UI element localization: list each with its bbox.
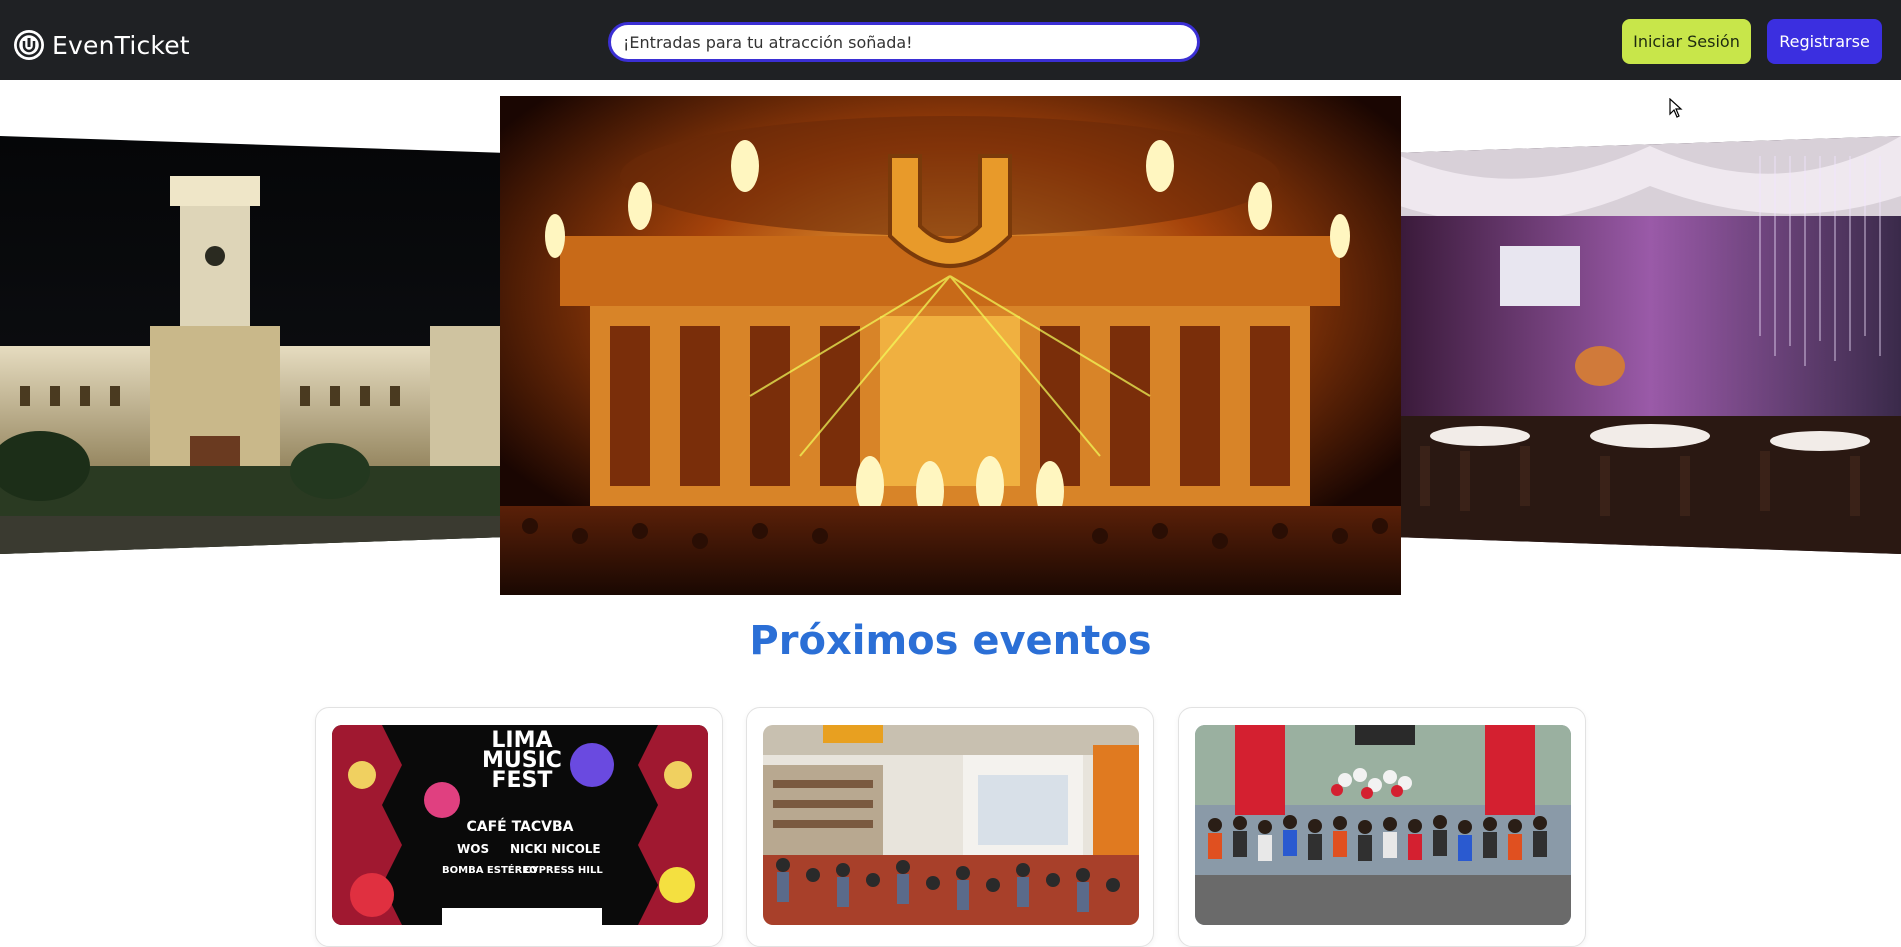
event-card[interactable]	[746, 707, 1154, 947]
carousel-slide-center[interactable]	[500, 96, 1401, 595]
top-navbar: EvenTicket Iniciar Sesión Registrarse	[0, 0, 1901, 80]
poster-act: CYPRESS HILL	[524, 865, 603, 876]
poster-title-line3: FEST	[491, 768, 553, 793]
event-card[interactable]	[1178, 707, 1586, 947]
section-title: Próximos eventos	[749, 618, 1152, 664]
login-button[interactable]: Iniciar Sesión	[1622, 19, 1751, 64]
marathon-photo	[1195, 725, 1571, 925]
poster-act: NICKI NICOLE	[510, 842, 601, 856]
book-fair-image	[763, 725, 1139, 925]
ultra-festival-stage-image	[500, 96, 1401, 595]
book-fair-photo	[763, 725, 1139, 925]
carousel-slide-left[interactable]	[0, 136, 500, 554]
poster-title: LIMA MUSIC FEST	[482, 730, 562, 793]
poster-act: WOS	[457, 842, 490, 856]
ticket-logo-icon	[14, 30, 44, 60]
lima-music-fest-poster: LIMA MUSIC FEST CAFÉ TACVBA WOS NICKI NI…	[332, 725, 708, 925]
marathon-image	[1195, 725, 1571, 925]
municipal-palace-image	[0, 136, 500, 554]
event-hall-image	[1400, 136, 1901, 554]
search-input[interactable]	[608, 22, 1200, 62]
brand[interactable]: EvenTicket	[14, 28, 190, 62]
carousel-slide-right[interactable]	[1400, 136, 1901, 554]
poster-headliner: CAFÉ TACVBA	[466, 819, 574, 835]
mouse-cursor-icon	[1669, 98, 1683, 118]
register-button[interactable]: Registrarse	[1767, 19, 1882, 64]
brand-name: EvenTicket	[52, 30, 190, 60]
event-card[interactable]: LIMA MUSIC FEST CAFÉ TACVBA WOS NICKI NI…	[315, 707, 723, 947]
